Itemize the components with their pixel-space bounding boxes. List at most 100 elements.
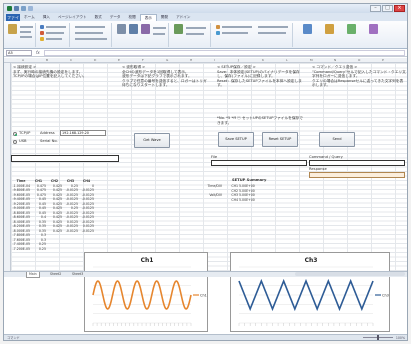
ribbon xyxy=(4,21,407,49)
maximize-button[interactable]: □ xyxy=(382,5,393,12)
refresh-icon[interactable] xyxy=(216,31,220,35)
doc-panel-icon[interactable] xyxy=(216,25,220,29)
chart-title: Ch1 xyxy=(141,257,154,264)
ribbon-tab[interactable]: ファイル xyxy=(6,14,20,27)
minimize-button[interactable]: – xyxy=(370,5,381,12)
save-setup-button[interactable]: Save SETUP xyxy=(218,132,254,147)
connection-note: < 接続設定 > まず、実行時の接続先機の設定をします。 TCP/IPの場合はI… xyxy=(13,65,87,79)
controls-group xyxy=(114,23,169,47)
table-cell[interactable]: -7.200E-05 xyxy=(12,247,31,252)
serial-label: Serial No. xyxy=(40,139,58,143)
zoom-level: 100% xyxy=(395,336,405,340)
chart-title: Ch3 xyxy=(305,257,318,264)
reset-setup-button[interactable]: Reset SETUP xyxy=(262,132,298,147)
clipboard-group xyxy=(6,23,36,47)
ribbon-tab[interactable]: データ xyxy=(106,14,125,21)
table-cell[interactable] xyxy=(79,247,95,252)
formula-input[interactable] xyxy=(44,50,405,56)
command-field[interactable] xyxy=(309,160,405,166)
send-button[interactable]: Send xyxy=(319,132,355,147)
macro-icon[interactable] xyxy=(40,25,44,29)
close-button[interactable]: × xyxy=(394,5,405,12)
tcpip-label: TCP/IP xyxy=(19,131,31,135)
record-icon[interactable] xyxy=(40,31,44,35)
table-row: -7.200E-05 0.25 xyxy=(12,247,95,252)
setup-summary-table: Time/DIV CH1 5.00E+00 CH2 5.00E+00 Volt/DIV CH… xyxy=(204,184,255,202)
ch1-chart[interactable]: Ch1 Ch1 xyxy=(84,252,208,332)
tool-c-icon[interactable] xyxy=(347,24,356,34)
table-row: CH4 5.00E+00 xyxy=(204,198,255,203)
capture-note: < 波形取得 > 全CHの波形データを1回取得して表示。 波形データは下記グラフ… xyxy=(122,65,207,88)
usb-label: USB xyxy=(19,139,27,143)
status-text: コマンド xyxy=(7,336,20,340)
ch3-chart[interactable]: Ch3 Ch3 xyxy=(230,252,390,332)
address-input[interactable]: 192.168.129.20 xyxy=(60,130,106,136)
ribbon-tab[interactable]: 表示 xyxy=(139,14,157,21)
name-box[interactable]: A5 xyxy=(6,50,32,56)
table-cell[interactable]: CH4 xyxy=(223,198,239,203)
command-note: < コマンド／クエリ送信 > "Command/Query"セルで記入したコマン… xyxy=(312,65,406,88)
table-cell[interactable] xyxy=(204,198,223,203)
source-icon[interactable] xyxy=(174,24,183,34)
legend-label: Ch3 xyxy=(382,294,389,298)
ribbon-tab[interactable]: ホーム xyxy=(20,14,39,21)
xml-group xyxy=(171,23,211,47)
file-label: File xyxy=(211,155,218,159)
data-table: Time CH1 CH2 CH3 CH4 -1.000E-04 0.475 0.425 0.25… xyxy=(12,179,95,251)
legend-label: Ch1 xyxy=(200,294,207,298)
quick-access-toolbar xyxy=(7,6,33,11)
address-label: Address xyxy=(40,131,55,135)
usb-radio[interactable] xyxy=(13,140,17,144)
file-field[interactable] xyxy=(211,160,307,166)
table-cell[interactable] xyxy=(63,247,79,252)
undo-icon[interactable] xyxy=(21,6,26,11)
formula-bar: A5 fx xyxy=(4,49,407,57)
fx-label: fx xyxy=(36,50,40,55)
ribbon-tab[interactable]: 開発 xyxy=(157,14,172,21)
redo-icon[interactable] xyxy=(28,6,33,11)
horizontal-scrollbar[interactable] xyxy=(295,272,405,276)
table-cell[interactable] xyxy=(47,247,63,252)
excel-app-icon[interactable] xyxy=(7,6,12,11)
ribbon-tab[interactable]: 校閲 xyxy=(125,14,140,21)
paste-icon[interactable] xyxy=(8,24,17,34)
get-wave-button[interactable]: Get Wave xyxy=(134,133,170,148)
table-cell[interactable]: 0.25 xyxy=(31,247,47,252)
ribbon-tab[interactable]: 挿入 xyxy=(39,14,54,21)
status-bar: コマンド 100% xyxy=(4,334,407,340)
window-controls: – □ × xyxy=(370,5,405,12)
save-icon[interactable] xyxy=(14,6,19,11)
ribbon-tab[interactable]: ページレイアウト xyxy=(54,14,91,21)
tcpip-radio[interactable] xyxy=(13,132,17,136)
code-group xyxy=(38,23,70,47)
design-mode-icon[interactable] xyxy=(129,24,138,34)
setup-summary-title: SETUP Summary xyxy=(232,178,267,182)
response-field[interactable] xyxy=(309,172,405,178)
ribbon-tab[interactable]: アドイン xyxy=(172,14,194,21)
insert-control-icon[interactable] xyxy=(117,24,126,34)
sheet-tab[interactable]: Sheet2 xyxy=(48,272,63,277)
addins-group xyxy=(72,23,112,47)
ribbon-tabs: ファイルホーム挿入ページレイアウト数式データ校閲表示開発アドイン xyxy=(4,13,407,27)
command-label: Command / Query xyxy=(309,155,343,159)
connection-field[interactable] xyxy=(11,155,119,162)
title-bar: – □ × xyxy=(4,4,407,13)
modify-group xyxy=(213,23,293,47)
response-label: Response xyxy=(309,167,327,171)
tool-b-icon[interactable] xyxy=(325,24,334,34)
ch1-chart-svg: Ch1 Ch1 xyxy=(92,257,207,326)
ribbon-tab[interactable]: 数式 xyxy=(91,14,106,21)
security-icon[interactable] xyxy=(40,37,44,41)
excel-window: – □ × ファイルホーム挿入ページレイアウト数式データ校閲表示開発アドイン xyxy=(3,3,408,341)
sheet-tab[interactable]: Sheet3 xyxy=(70,272,85,277)
ch3-chart-svg: Ch3 Ch3 xyxy=(238,257,389,326)
tool-d-icon[interactable] xyxy=(369,24,378,34)
properties-icon[interactable] xyxy=(141,24,150,34)
tool-a-icon[interactable] xyxy=(303,24,312,34)
sheet-tab[interactable]: Main xyxy=(26,272,40,278)
table-cell[interactable]: 5.00E+00 xyxy=(239,198,255,203)
zoom-thumb[interactable] xyxy=(377,335,379,340)
tools-group xyxy=(295,23,405,47)
setup-subnote: *No. *5 *ff ㊀ セットUPのSETUPファイルを保存できます。 xyxy=(217,116,303,125)
setup-note: < SETUP保存／設定 > Save：本体設定(SETUP)のバイナリデータを… xyxy=(217,65,302,88)
